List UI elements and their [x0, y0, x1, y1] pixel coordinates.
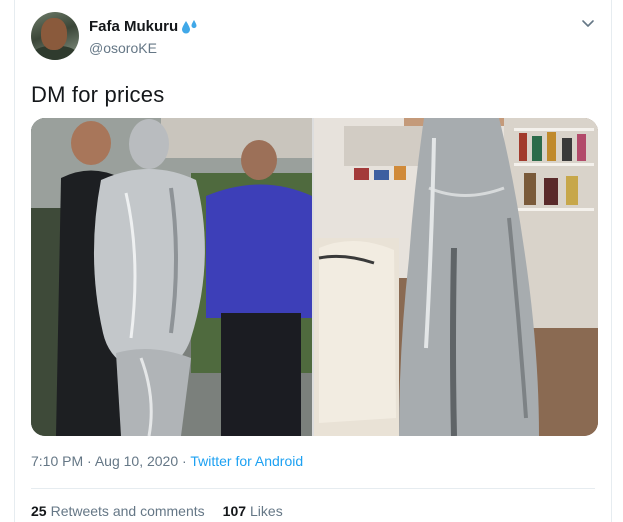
avatar[interactable]: [31, 12, 79, 60]
retweets-stat[interactable]: 25 Retweets and comments: [31, 503, 205, 519]
photo-silver-dress-room[interactable]: [314, 118, 598, 436]
photo-silver-outfit-street[interactable]: [31, 118, 312, 436]
sweat-droplets-icon: [182, 19, 197, 33]
engagement-stats: 25 Retweets and comments 107 Likes: [31, 503, 283, 519]
retweets-label: Retweets and comments: [50, 503, 205, 519]
meta-separator: ·: [87, 453, 92, 469]
tweet-source-link[interactable]: Twitter for Android: [190, 453, 303, 469]
likes-count: 107: [222, 503, 247, 519]
photo-right-graphic: [314, 118, 598, 436]
tweet-time[interactable]: 7:10 PM: [31, 453, 83, 469]
author-handle[interactable]: @osoroKE: [89, 40, 157, 56]
divider: [31, 488, 595, 489]
tweet-media: [31, 118, 598, 436]
meta-separator: ·: [182, 453, 187, 469]
likes-stat[interactable]: 107 Likes: [223, 503, 283, 519]
tweet-card: Fafa Mukuru @osoroKE DM for prices 7:10 …: [14, 0, 612, 522]
tweet-text: DM for prices: [31, 82, 165, 107]
likes-label: Likes: [250, 503, 283, 519]
photo-left-graphic: [31, 118, 312, 436]
chevron-down-icon[interactable]: [579, 14, 597, 32]
tweet-date[interactable]: Aug 10, 2020: [95, 453, 178, 469]
retweets-count: 25: [31, 503, 47, 519]
display-name[interactable]: Fafa Mukuru: [89, 18, 178, 35]
author-name-row: Fafa Mukuru: [89, 18, 199, 35]
tweet-timestamp-row: 7:10 PM · Aug 10, 2020 · Twitter for And…: [31, 453, 303, 469]
